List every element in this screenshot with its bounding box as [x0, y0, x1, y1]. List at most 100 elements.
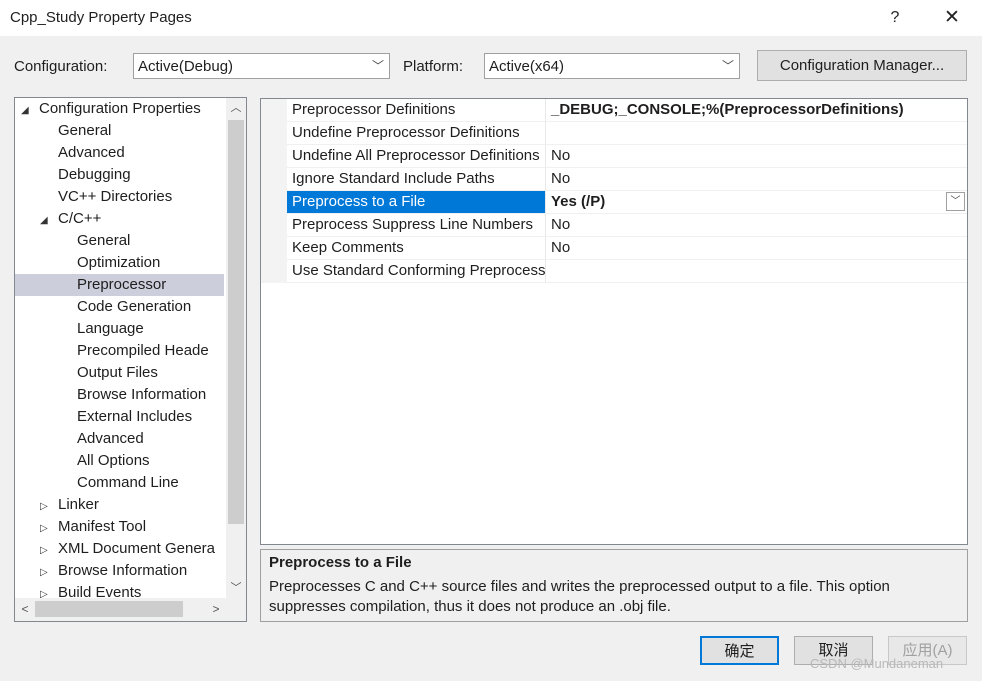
expanded-arrow-icon[interactable]: ◢	[40, 210, 58, 232]
platform-label: Platform:	[403, 58, 464, 75]
tree-item[interactable]: Debugging	[15, 164, 224, 186]
property-row[interactable]: Preprocess Suppress Line Numbers No	[287, 214, 967, 237]
tree-item-label: Linker	[58, 496, 99, 513]
tree-item-label: Output Files	[77, 364, 158, 381]
property-name: Preprocessor Definitions	[292, 101, 456, 118]
property-grid: Preprocessor Definitions _DEBUG;_CONSOLE;…	[260, 98, 968, 545]
configuration-dropdown[interactable]: Active(Debug) ﹀	[133, 53, 390, 79]
tree-item-label: Browse Information	[77, 386, 207, 403]
tree-item-label: General	[58, 122, 112, 139]
tree-item[interactable]: Browse Information	[15, 384, 224, 406]
property-row[interactable]: Preprocess to a File Yes (/P) ﹀	[287, 191, 967, 214]
tree-item-label: Advanced	[58, 144, 125, 161]
ok-button[interactable]: 确定	[700, 636, 779, 665]
close-icon[interactable]: ✕	[932, 4, 972, 32]
scrollbar-thumb[interactable]	[35, 601, 183, 617]
property-tree[interactable]: ◢ Configuration Properties General Advanced…	[14, 97, 247, 622]
watermark: CSDN @Mundaneman	[810, 656, 944, 671]
configuration-manager-button[interactable]: Configuration Manager...	[757, 50, 967, 81]
tree-item-label: Command Line	[77, 474, 179, 491]
property-value[interactable]: No	[545, 237, 967, 259]
property-name: Undefine Preprocessor Definitions	[292, 124, 520, 141]
property-name: Use Standard Conforming Preprocessor	[292, 262, 545, 279]
tree-item-label: XML Document Genera	[58, 540, 216, 557]
tree-item[interactable]: General	[15, 120, 224, 142]
tree-item-label: Preprocessor	[77, 276, 167, 293]
scroll-down-icon[interactable]: ﹀	[226, 578, 246, 598]
collapsed-arrow-icon[interactable]: ▷	[40, 518, 58, 540]
expanded-arrow-icon[interactable]: ◢	[21, 100, 39, 122]
tree-item[interactable]: Language	[15, 318, 224, 340]
property-row[interactable]: Preprocessor Definitions _DEBUG;_CONSOLE;…	[287, 99, 967, 122]
property-name: Preprocess to a File	[287, 191, 545, 213]
scrollbar-thumb[interactable]	[228, 120, 244, 524]
tree-item[interactable]: Optimization	[15, 252, 224, 274]
window-title: Cpp_Study Property Pages	[10, 9, 192, 26]
tree-item[interactable]: External Includes	[15, 406, 224, 428]
chevron-down-icon: ﹀	[371, 59, 384, 73]
tree-item[interactable]: Preprocessor	[15, 274, 224, 296]
description-panel: Preprocess to a File Preprocesses C and …	[260, 549, 968, 622]
tree-item-label: Optimization	[77, 254, 161, 271]
property-value[interactable]: No	[545, 214, 967, 236]
property-row[interactable]: Use Standard Conforming Preprocessor	[287, 260, 967, 283]
platform-dropdown[interactable]: Active(x64) ﹀	[484, 53, 740, 79]
property-row[interactable]: Ignore Standard Include Paths No	[287, 168, 967, 191]
tree-item[interactable]: Output Files	[15, 362, 224, 384]
tree-item-label: Browse Information	[58, 562, 188, 579]
tree-item-label: All Options	[77, 452, 150, 469]
tree-item[interactable]: All Options	[15, 450, 224, 472]
collapsed-arrow-icon[interactable]: ▷	[40, 540, 58, 562]
chevron-down-icon[interactable]: ﹀	[946, 192, 965, 211]
platform-value: Active(x64)	[489, 58, 565, 75]
tree-item[interactable]: ▷ Manifest Tool	[15, 516, 224, 538]
property-row[interactable]: Undefine All Preprocessor Definitions No	[287, 145, 967, 168]
help-icon[interactable]: ?	[875, 4, 915, 32]
tree-item[interactable]: ▷ Linker	[15, 494, 224, 516]
tree-item[interactable]: Advanced	[15, 428, 224, 450]
tree-item-label: Advanced	[77, 430, 144, 447]
tree-item[interactable]: ◢ Configuration Properties	[15, 98, 224, 120]
configuration-value: Active(Debug)	[138, 58, 234, 75]
tree-item[interactable]: Advanced	[15, 142, 224, 164]
tree-item[interactable]: ▷ XML Document Genera	[15, 538, 224, 560]
tree-item[interactable]: General	[15, 230, 224, 252]
tree-item-label: Configuration Properties	[39, 100, 201, 117]
property-name: Ignore Standard Include Paths	[292, 170, 495, 187]
collapsed-arrow-icon[interactable]: ▷	[40, 562, 58, 584]
property-value[interactable]: Yes (/P)	[545, 191, 967, 213]
tree-item-label: C/C++	[58, 210, 102, 227]
tree-item[interactable]: ◢ C/C++	[15, 208, 224, 230]
tree-item[interactable]: ▷ Browse Information	[15, 560, 224, 582]
chevron-down-icon: ﹀	[721, 59, 734, 73]
tree-item-label: Debugging	[58, 166, 131, 183]
description-body: Preprocesses C and C++ source files and …	[269, 578, 890, 615]
tree-item-label: Code Generation	[77, 298, 192, 315]
tree-item[interactable]: Code Generation	[15, 296, 224, 318]
configuration-label: Configuration:	[14, 58, 108, 75]
scroll-left-icon[interactable]: <	[15, 598, 35, 621]
scroll-right-icon[interactable]: >	[206, 598, 226, 621]
property-row[interactable]: Undefine Preprocessor Definitions	[287, 122, 967, 145]
description-title: Preprocess to a File	[269, 554, 412, 571]
tree-item[interactable]: Command Line	[15, 472, 224, 494]
property-value[interactable]	[545, 122, 967, 144]
property-value[interactable]: No	[545, 168, 967, 190]
title-bar: Cpp_Study Property Pages ? ✕	[0, 0, 982, 36]
tree-vertical-scrollbar[interactable]: ︿ ﹀	[226, 98, 246, 598]
property-value[interactable]: No	[545, 145, 967, 167]
tree-item-label: General	[77, 232, 131, 249]
tree-item-label: Manifest Tool	[58, 518, 147, 535]
property-value[interactable]: _DEBUG;_CONSOLE;%(PreprocessorDefinition…	[545, 99, 967, 121]
property-value[interactable]	[545, 260, 967, 282]
tree-item-label: Language	[77, 320, 144, 337]
tree-horizontal-scrollbar[interactable]: < >	[15, 598, 246, 621]
tree-item[interactable]: Precompiled Heade	[15, 340, 224, 362]
tree-item[interactable]: VC++ Directories	[15, 186, 224, 208]
property-row[interactable]: Keep Comments No	[287, 237, 967, 260]
scroll-up-icon[interactable]: ︿	[226, 98, 246, 118]
tree-item-label: Precompiled Heade	[77, 342, 209, 359]
tree-item-label: VC++ Directories	[58, 188, 173, 205]
property-name: Keep Comments	[292, 239, 404, 256]
collapsed-arrow-icon[interactable]: ▷	[40, 496, 58, 518]
